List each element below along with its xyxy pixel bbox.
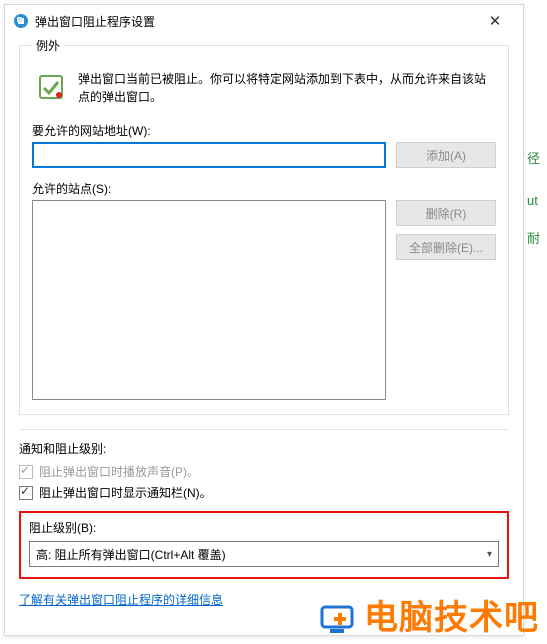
play-sound-checkbox[interactable] bbox=[19, 465, 33, 479]
address-label: 要允许的网站地址(W): bbox=[32, 122, 496, 139]
remove-all-button[interactable]: 全部删除(E)... bbox=[396, 234, 496, 260]
remove-button[interactable]: 删除(R) bbox=[396, 200, 496, 226]
watermark-icon bbox=[320, 605, 360, 635]
allowed-sites-label: 允许的站点(S): bbox=[32, 180, 496, 197]
app-icon bbox=[13, 13, 29, 29]
chevron-down-icon: ▾ bbox=[487, 549, 492, 560]
bg-char: 耐 bbox=[527, 228, 547, 250]
watermark-text: 电脑技术吧 bbox=[364, 599, 539, 637]
add-button[interactable]: 添加(A) bbox=[396, 142, 496, 168]
blocking-level-highlight: 阻止级别(B): 高: 阻止所有弹出窗口(Ctrl+Alt 覆盖) ▾ bbox=[19, 511, 509, 579]
blocking-level-select[interactable]: 高: 阻止所有弹出窗口(Ctrl+Alt 覆盖) ▾ bbox=[29, 541, 499, 567]
play-sound-label: 阻止弹出窗口时播放声音(P)。 bbox=[39, 463, 199, 480]
info-text: 弹出窗口当前已被阻止。你可以将特定网站添加到下表中，从而允许来自该站点的弹出窗口… bbox=[78, 70, 494, 106]
bg-char: 径 bbox=[527, 148, 547, 170]
blocking-level-label: 阻止级别(B): bbox=[29, 519, 499, 536]
bg-char: ut bbox=[527, 190, 547, 212]
exceptions-legend: 例外 bbox=[32, 37, 64, 54]
allowed-sites-listbox[interactable] bbox=[32, 200, 386, 400]
close-icon: ✕ bbox=[489, 12, 502, 30]
separator bbox=[19, 429, 509, 430]
shield-icon bbox=[34, 70, 68, 104]
dialog-content: 例外 弹出窗口当前已被阻止。你可以将特定网站添加到下表中，从而允许来自该站点的弹… bbox=[5, 37, 523, 618]
close-button[interactable]: ✕ bbox=[473, 7, 517, 35]
exceptions-group: 例外 弹出窗口当前已被阻止。你可以将特定网站添加到下表中，从而允许来自该站点的弹… bbox=[19, 37, 509, 415]
watermark: 电脑技术吧 bbox=[320, 590, 539, 639]
show-notification-bar-label: 阻止弹出窗口时显示通知栏(N)。 bbox=[39, 484, 212, 501]
address-input[interactable] bbox=[32, 142, 386, 168]
window-title: 弹出窗口阻止程序设置 bbox=[35, 13, 473, 30]
show-notification-bar-checkbox[interactable] bbox=[19, 486, 33, 500]
notify-section-title: 通知和阻止级别: bbox=[19, 440, 509, 457]
blocking-level-value: 高: 阻止所有弹出窗口(Ctrl+Alt 覆盖) bbox=[36, 546, 226, 563]
popup-blocker-settings-dialog: 弹出窗口阻止程序设置 ✕ 例外 弹出窗口当前已被阻止。你可以将特定网站添加到下表… bbox=[4, 4, 524, 636]
titlebar: 弹出窗口阻止程序设置 ✕ bbox=[5, 5, 523, 37]
learn-more-link[interactable]: 了解有关弹出窗口阻止程序的详细信息 bbox=[19, 593, 223, 607]
